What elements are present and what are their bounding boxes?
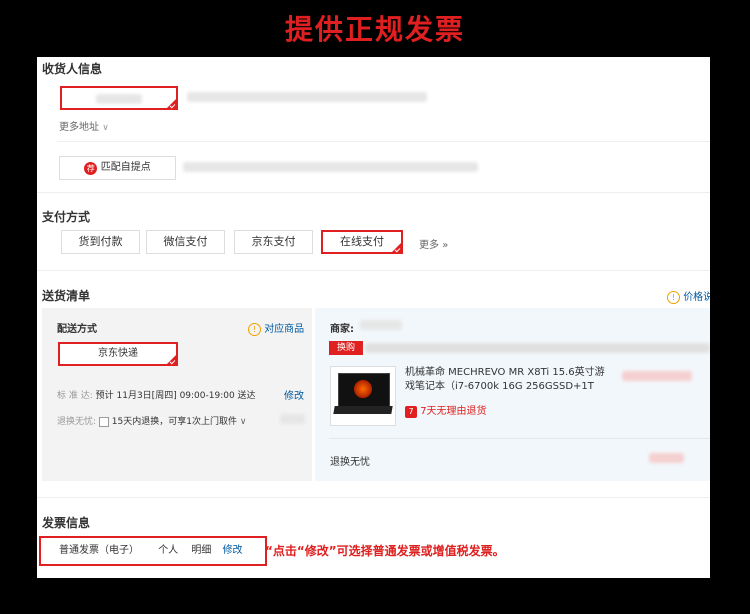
payment-section-title: 支付方式 — [42, 210, 91, 224]
receiver-address-card[interactable] — [60, 86, 178, 110]
more-address-label: 更多地址 — [59, 122, 99, 133]
laptop-keyboard-icon — [333, 406, 393, 414]
standard-delivery-label: 标 准 达: — [57, 391, 93, 401]
payment-option-label: 京东支付 — [251, 235, 296, 248]
seven-day-return: 7 7天无理由退货 — [405, 402, 487, 418]
section-divider — [37, 497, 710, 498]
banner-title: 提供正规发票 — [284, 13, 465, 46]
invoice-modify-link[interactable]: 修改 — [223, 545, 243, 556]
pickup-info-blurred — [183, 162, 478, 172]
receiver-divider — [57, 141, 710, 142]
payment-option-label: 货到付款 — [78, 235, 123, 248]
match-pickup-label: 匹配自提点 — [100, 162, 151, 173]
section-divider — [37, 192, 710, 193]
return-service-value: 15天内退换，可享1次上门取件 — [111, 417, 237, 427]
selected-corner-icon — [167, 355, 176, 364]
invoice-detail-label: 明细 — [191, 545, 212, 556]
seven-day-return-label: 7天无理由退货 — [420, 406, 487, 417]
receiver-address-blurred — [187, 92, 427, 102]
standard-delivery-value: 预计 11月3日[周四] 09:00-19:00 送达 — [95, 391, 256, 401]
product-title-line1: 机械革命 MECHREVO MR X8Ti 15.6英寸游 — [405, 367, 605, 378]
product-price-blurred — [622, 371, 692, 381]
logo-emblem-icon — [354, 380, 372, 398]
return-worry-label: 退换无忧 — [330, 457, 370, 468]
invoice-type-label: 普通发票（电子） — [59, 545, 139, 556]
checkbox[interactable] — [98, 416, 109, 427]
payment-option-online[interactable]: 在线支付 — [321, 230, 403, 254]
return-price-blurred — [280, 414, 305, 424]
product-thumbnail[interactable] — [330, 366, 396, 426]
standard-delivery-row: 标 准 达: 预计 11月3日[周四] 09:00-19:00 送达 — [57, 388, 256, 401]
return-worry-price-blurred — [649, 453, 684, 463]
delivery-method-jd-express[interactable]: 京东快递 — [58, 342, 178, 366]
delivery-method-title: 配送方式 — [57, 324, 97, 335]
swap-badge: 换购 — [329, 341, 363, 355]
laptop-screen-icon — [338, 373, 390, 407]
price-note-link[interactable]: ! 价格说 — [667, 288, 710, 304]
payment-option-label: 微信支付 — [163, 235, 208, 248]
match-products-link[interactable]: ! 对应商品 — [248, 320, 304, 336]
selected-corner-icon — [167, 99, 176, 108]
return-service-row: 退换无忧: 15天内退换，可享1次上门取件 ∨ — [57, 414, 246, 427]
pickup-badge-icon: 荐 — [84, 161, 98, 175]
checkout-panel: 收货人信息 更多地址 ∨ 荐 匹配自提点 支付方式 货到付款 微信支付 京东支付… — [37, 57, 710, 578]
selected-corner-icon — [392, 243, 401, 252]
invoice-hint-text: “点击“修改”可选择普通发票或增值税发票。 — [265, 544, 505, 558]
merchant-divider — [329, 438, 710, 439]
return-service-label: 退换无忧: — [57, 417, 97, 427]
swap-promo-blurred — [365, 343, 710, 353]
chevron-down-icon: ∨ — [102, 123, 109, 133]
warning-circle-icon: ! — [248, 323, 261, 336]
match-products-label: 对应商品 — [264, 324, 305, 335]
chevron-down-icon[interactable]: ∨ — [240, 417, 247, 427]
payment-option-label: 在线支付 — [340, 235, 384, 248]
warning-circle-icon: ! — [667, 291, 680, 304]
section-divider — [37, 270, 710, 271]
delivery-modify-link[interactable]: 修改 — [284, 387, 304, 402]
product-title[interactable]: 机械革命 MECHREVO MR X8Ti 15.6英寸游 戏笔记本（i7-67… — [405, 366, 610, 394]
payment-more-link[interactable]: 更多 » — [419, 236, 448, 251]
match-pickup-button[interactable]: 荐 匹配自提点 — [59, 156, 176, 180]
product-title-line2: 戏笔记本（i7-6700k 16G 256GSSD+1T — [405, 381, 594, 392]
merchant-label: 商家: — [330, 324, 354, 335]
invoice-info-box: 普通发票（电子） 个人 明细 修改 — [39, 536, 267, 566]
seven-day-return-icon: 7 — [405, 406, 417, 418]
double-chevron-right-icon: » — [442, 240, 449, 251]
payment-option-cod[interactable]: 货到付款 — [61, 230, 140, 254]
delivery-section-title: 送货清单 — [42, 289, 91, 303]
price-note-label: 价格说 — [683, 292, 710, 303]
invoice-personal-label: 个人 — [158, 545, 179, 556]
receiver-section-title: 收货人信息 — [42, 62, 103, 76]
merchant-name-blurred — [360, 320, 402, 330]
payment-more-label: 更多 — [419, 240, 439, 251]
receiver-name-blurred — [96, 94, 142, 104]
invoice-section-title: 发票信息 — [42, 516, 91, 530]
payment-option-wechat[interactable]: 微信支付 — [146, 230, 225, 254]
payment-option-jdpay[interactable]: 京东支付 — [234, 230, 313, 254]
delivery-method-label: 京东快递 — [98, 348, 138, 359]
more-address-link[interactable]: 更多地址 ∨ — [59, 118, 109, 133]
